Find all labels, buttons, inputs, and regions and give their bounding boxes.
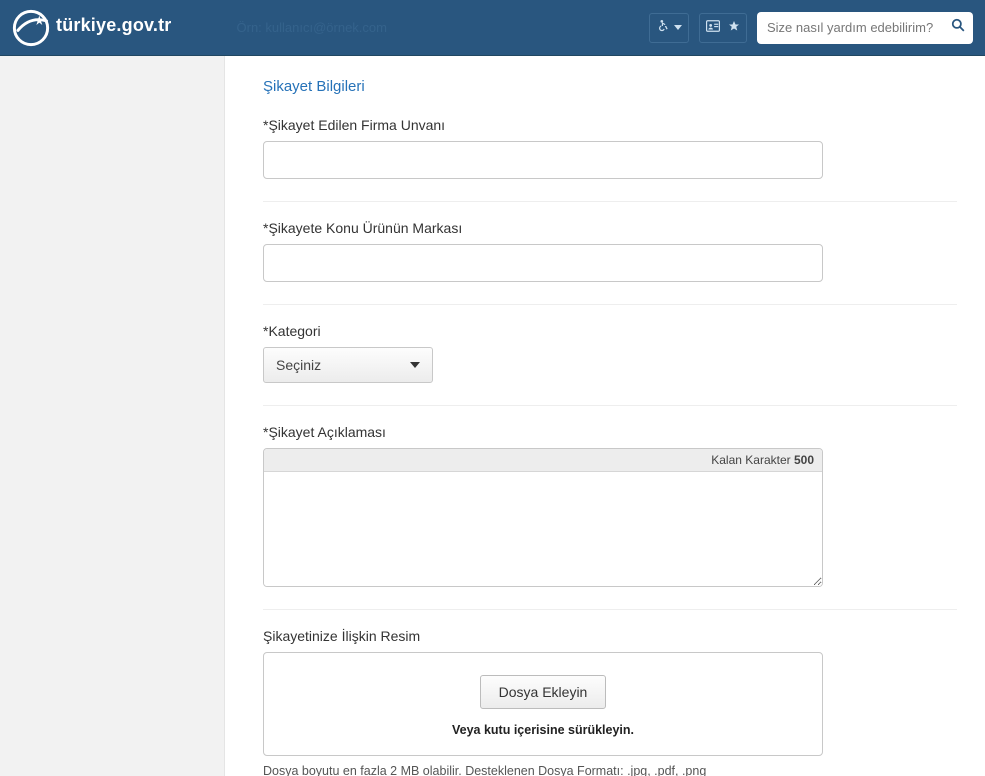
kategori-select[interactable]: Seçiniz [263,347,433,383]
wheelchair-icon [656,19,670,36]
char-counter-label: Kalan Karakter [711,453,794,467]
firma-label: *Şikayet Edilen Firma Unvanı [263,117,957,133]
char-counter-value: 500 [794,453,814,467]
edevlet-logo-icon [12,9,50,47]
search-icon[interactable] [951,18,965,37]
id-card-icon [706,20,720,35]
aciklama-label: *Şikayet Açıklaması [263,424,957,440]
kategori-group: *Kategori Seçiniz [263,323,957,406]
marka-label: *Şikayete Konu Ürünün Markası [263,220,957,236]
kategori-label: *Kategori [263,323,957,339]
file-add-button[interactable]: Dosya Ekleyin [480,675,607,709]
firma-input[interactable] [263,141,823,179]
resim-label: Şikayetinize İlişkin Resim [263,628,957,644]
resim-group: Şikayetinize İlişkin Resim Dosya Ekleyin… [263,628,957,776]
marka-input[interactable] [263,244,823,282]
help-search-input[interactable] [767,20,943,35]
star-icon [728,20,740,35]
upload-dropzone[interactable]: Dosya Ekleyin Veya kutu içerisine sürükl… [263,652,823,756]
help-search[interactable] [757,12,973,44]
aciklama-textarea[interactable] [264,472,822,586]
kategori-selected-value: Seçiniz [276,357,321,373]
aciklama-group: *Şikayet Açıklaması Kalan Karakter 500 [263,424,957,610]
upload-drag-hint: Veya kutu içerisine sürükleyin. [274,723,812,737]
brand-text: türkiye.gov.tr [56,15,172,35]
firma-group: *Şikayet Edilen Firma Unvanı [263,117,957,202]
brand-subtext [56,34,172,41]
file-format-note: Dosya boyutu en fazla 2 MB olabilir. Des… [263,764,957,776]
id-favorites-button[interactable] [699,13,747,43]
main-content: Şikayet Bilgileri *Şikayet Edilen Firma … [225,56,985,776]
section-title: Şikayet Bilgileri [263,78,957,95]
accessibility-button[interactable] [649,13,689,43]
chevron-down-icon [674,25,682,30]
chevron-down-icon [410,362,420,368]
marka-group: *Şikayete Konu Ürünün Markası [263,220,957,305]
topbar: türkiye.gov.tr Örn: kullanıcı@örnek.com [0,0,985,56]
dim-placeholder-text: Örn: kullanıcı@örnek.com [237,20,387,35]
site-logo[interactable]: türkiye.gov.tr [12,9,172,47]
char-counter: Kalan Karakter 500 [264,449,822,472]
sidebar [0,56,225,776]
